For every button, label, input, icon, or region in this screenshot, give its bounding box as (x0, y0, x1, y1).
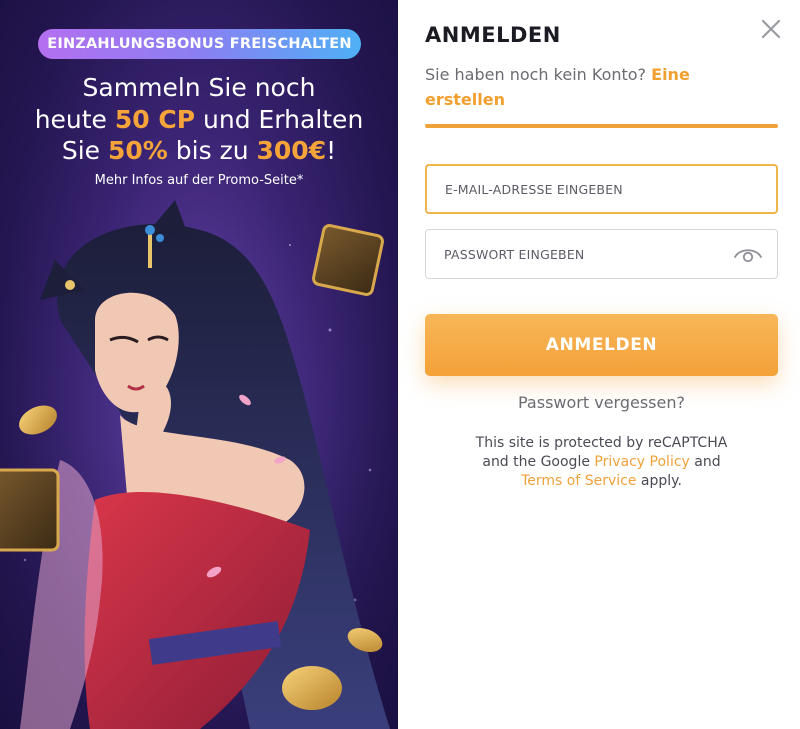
forgot-password-link[interactable]: Passwort vergessen? (425, 393, 778, 412)
promo-character-illustration (0, 200, 398, 729)
login-submit-button[interactable]: ANMELDEN (425, 314, 778, 376)
privacy-policy-link[interactable]: Privacy Policy (594, 454, 689, 470)
register-prompt: Sie haben noch kein Konto? Eine erstelle… (425, 65, 690, 109)
email-field-container (425, 164, 778, 214)
promo-panel: EINZAHLUNGSBONUS FREISCHALTEN Sammeln Si… (0, 0, 398, 729)
page-title: ANMELDEN (425, 23, 561, 47)
eye-icon[interactable] (733, 243, 763, 265)
terms-of-service-link[interactable]: Terms of Service (521, 473, 636, 489)
step-progress-bar (425, 124, 778, 128)
promo-info-link[interactable]: Mehr Infos auf der Promo-Seite* (0, 173, 398, 188)
password-field[interactable] (426, 230, 777, 278)
login-panel: ANMELDEN Sie haben noch kein Konto? Eine… (398, 0, 800, 729)
recaptcha-notice: This site is protected by reCAPTCHA and … (475, 435, 728, 489)
step-progress-fill (425, 124, 778, 128)
email-field[interactable] (427, 166, 776, 212)
close-icon[interactable] (758, 16, 784, 42)
unlock-deposit-bonus-button[interactable]: EINZAHLUNGSBONUS FREISCHALTEN (38, 29, 361, 59)
promo-headline: Sammeln Sie noch heute 50 CP und Erhalte… (34, 73, 364, 165)
password-field-container (425, 229, 778, 279)
